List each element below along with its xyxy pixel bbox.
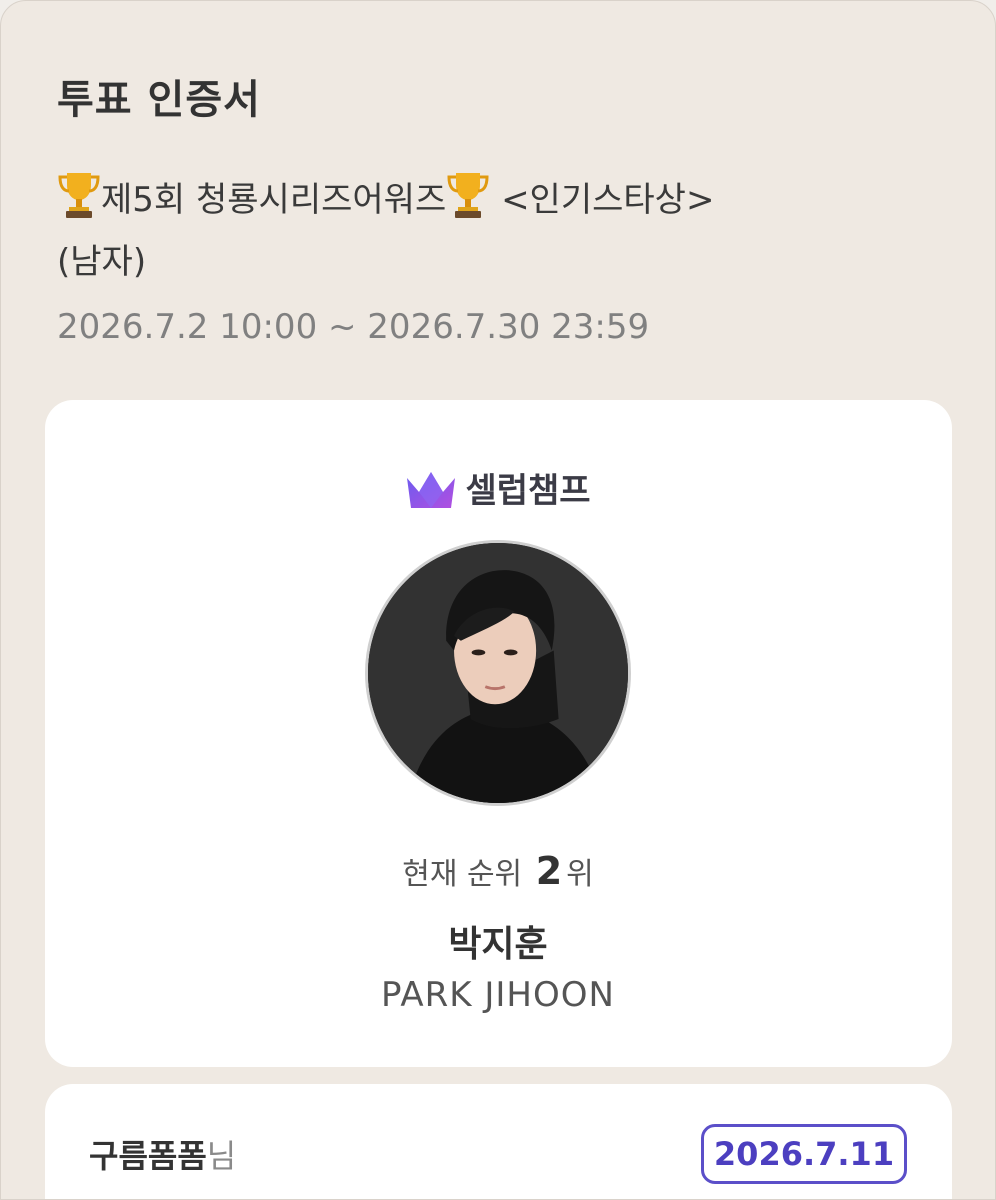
event-category: <인기스타상>	[501, 180, 715, 220]
page-title: 투표 인증서	[57, 77, 261, 123]
vote-period: 2026.7.2 10:00 ~ 2026.7.30 23:59	[57, 307, 650, 347]
rank-label: 현재 순위	[402, 857, 523, 892]
crown-icon	[407, 472, 456, 508]
candidate-photo	[365, 540, 631, 806]
trophy-icon	[58, 173, 100, 218]
voter-nickname: 구름폼폼	[89, 1137, 207, 1175]
current-rank: 현재 순위 2위	[1, 849, 995, 893]
vote-certificate-sheet: 투표 인증서 제5회 청룡시리즈어워즈 <인기스타상> (남자) 2026.7.…	[0, 0, 996, 1200]
brand-name: 셀럽챔프	[465, 471, 591, 511]
event-name: 제5회 청룡시리즈어워즈	[101, 180, 447, 220]
trophy-icon	[447, 173, 489, 218]
voter-name: 구름폼폼님	[89, 1131, 236, 1177]
candidate-name-korean: 박지훈	[448, 924, 548, 965]
vote-date-badge: 2026.7.11	[701, 1124, 907, 1184]
voter-honorific: 님	[206, 1137, 237, 1175]
candidate-name-english: PARK JIHOON	[381, 975, 615, 1015]
portrait-image	[368, 543, 628, 803]
brand-header: 셀럽챔프	[1, 463, 995, 512]
rank-value: 2	[535, 849, 563, 893]
event-subcategory: (남자)	[57, 242, 147, 282]
event-title: 제5회 청룡시리즈어워즈 <인기스타상> (남자)	[57, 169, 937, 293]
rank-suffix: 위	[566, 857, 594, 892]
